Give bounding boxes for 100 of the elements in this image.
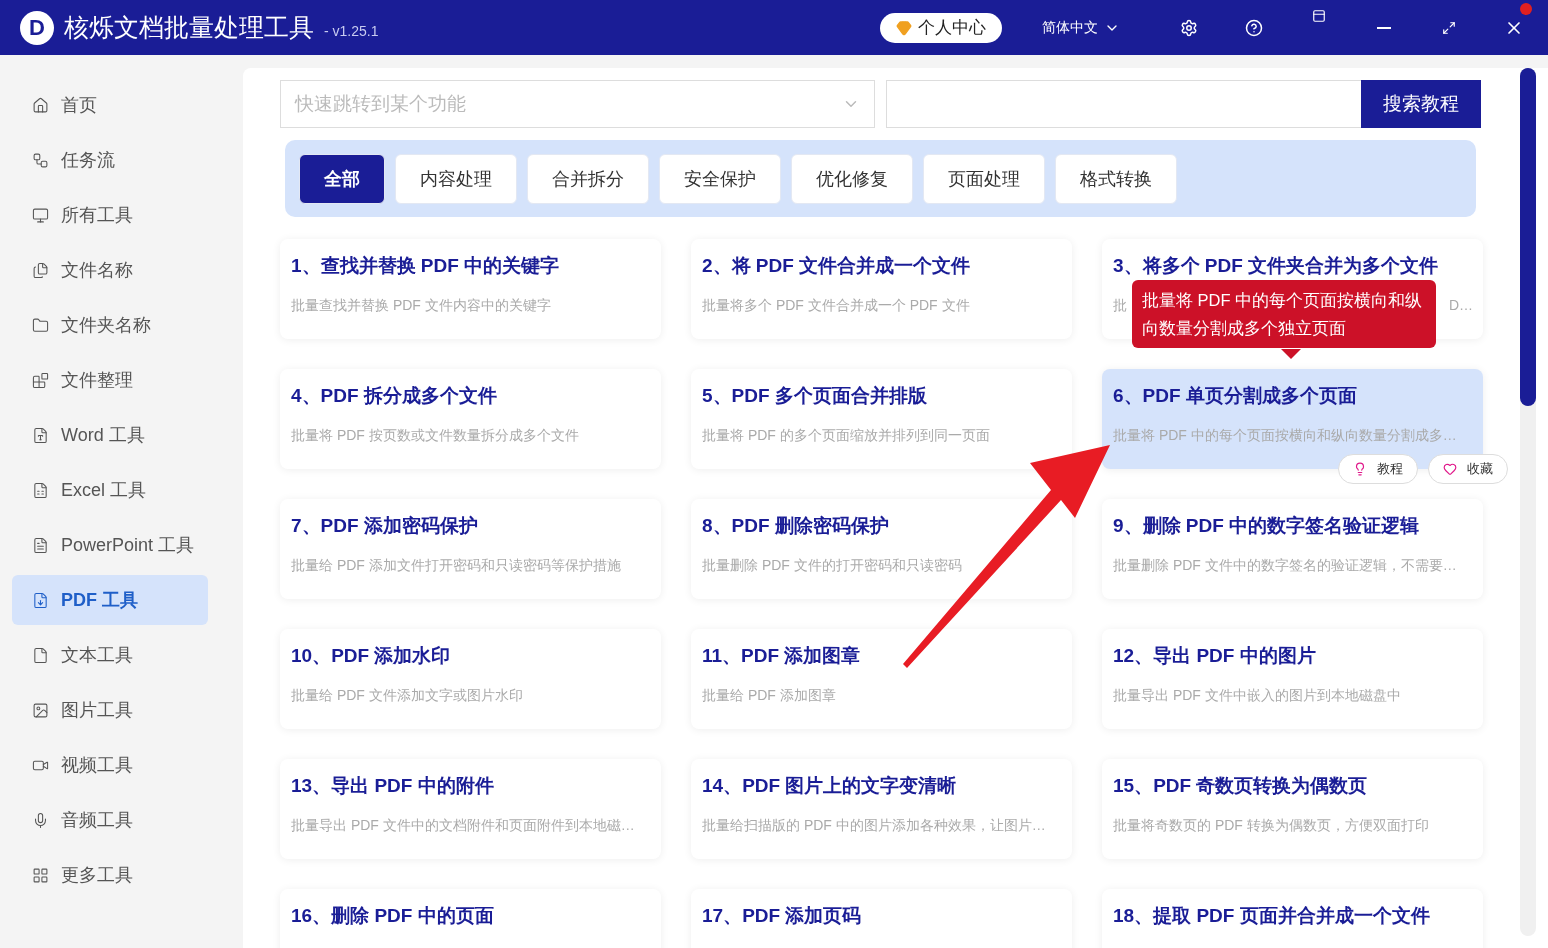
- blocks-icon: [32, 371, 49, 389]
- sidebar-item[interactable]: Word 工具: [12, 410, 208, 460]
- tool-card[interactable]: 13、导出 PDF 中的附件 批量导出 PDF 文件中的文档附件和页面附件到本地磁…: [280, 759, 661, 859]
- card-title: 14、PDF 图片上的文字变清晰: [702, 774, 958, 798]
- card-title: 9、删除 PDF 中的数字签名验证逻辑: [1113, 514, 1421, 538]
- sidebar-item[interactable]: 音频工具: [12, 795, 208, 845]
- sidebar-item[interactable]: 文本工具: [12, 630, 208, 680]
- card-title: 16、删除 PDF 中的页面: [291, 904, 495, 928]
- sidebar-label: 文件整理: [61, 369, 133, 392]
- category-tab[interactable]: 合并拆分: [527, 153, 649, 204]
- sidebar-item[interactable]: 文件夹名称: [12, 300, 208, 350]
- card-title: 1、查找并替换 PDF 中的关键字: [291, 254, 561, 278]
- tool-card[interactable]: 12、导出 PDF 中的图片 批量导出 PDF 文件中嵌入的图片到本地磁盘中: [1102, 629, 1483, 729]
- sidebar-item[interactable]: 任务流: [12, 135, 208, 185]
- category-tab[interactable]: 全部: [299, 153, 385, 204]
- spreadsheet-icon: [32, 481, 49, 499]
- favorite-button[interactable]: 收藏: [1428, 454, 1508, 484]
- user-center-button[interactable]: 个人中心: [880, 12, 1002, 43]
- sidebar-item[interactable]: PDF 工具: [12, 575, 208, 625]
- sidebar-item[interactable]: Excel 工具: [12, 465, 208, 515]
- card-description: D…: [1448, 297, 1473, 315]
- card-title: 4、PDF 拆分成多个文件: [291, 384, 498, 408]
- tool-card[interactable]: 2、将 PDF 文件合并成一个文件 批量将多个 PDF 文件合并成一个 PDF 文件: [691, 239, 1072, 339]
- card-title: 6、PDF 单页分割成多个页面: [1113, 384, 1358, 408]
- tool-card[interactable]: 10、PDF 添加水印 批量给 PDF 文件添加文字或图片水印: [280, 629, 661, 729]
- sidebar-item[interactable]: PowerPoint 工具: [12, 520, 208, 570]
- card-description: 批量给扫描版的 PDF 中的图片添加各种效果，让图片…: [702, 817, 1046, 835]
- sidebar-label: 首页: [61, 94, 97, 117]
- help-icon: [1245, 18, 1263, 37]
- sidebar-item[interactable]: 视频工具: [12, 740, 208, 790]
- card-title: 18、提取 PDF 页面并合并成一个文件: [1113, 904, 1431, 928]
- window-icon: [1312, 8, 1326, 23]
- pin-icon: [1519, 2, 1533, 16]
- tool-card[interactable]: 5、PDF 多个页面合并排版 批量将 PDF 的多个页面缩放并排列到同一页面: [691, 369, 1072, 469]
- sidebar-label: 视频工具: [61, 754, 133, 777]
- tooltip: 批量将 PDF 中的每个页面按横向和纵向数量分割成多个独立页面: [1132, 280, 1436, 348]
- jump-placeholder: 快速跳转到某个功能: [295, 92, 466, 116]
- document-icon: [32, 426, 49, 444]
- card-description: 批量给 PDF 添加图章: [702, 687, 836, 705]
- sidebar-label: 文件夹名称: [61, 314, 151, 337]
- sidebar-item[interactable]: 图片工具: [12, 685, 208, 735]
- tool-card[interactable]: 1、查找并替换 PDF 中的关键字 批量查找并替换 PDF 文件内容中的关键字: [280, 239, 661, 339]
- card-title: 3、将多个 PDF 文件夹合并为多个文件: [1113, 254, 1440, 278]
- sidebar-item[interactable]: 文件整理: [12, 355, 208, 405]
- sidebar-item[interactable]: 所有工具: [12, 190, 208, 240]
- heart-icon: [1443, 462, 1457, 476]
- tool-card[interactable]: 8、PDF 删除密码保护 批量删除 PDF 文件的打开密码和只读密码: [691, 499, 1072, 599]
- tool-card[interactable]: 18、提取 PDF 页面并合并成一个文件: [1102, 889, 1483, 948]
- tool-card[interactable]: 11、PDF 添加图章 批量给 PDF 添加图章: [691, 629, 1072, 729]
- category-tab[interactable]: 格式转换: [1055, 153, 1177, 204]
- microphone-icon: [32, 811, 49, 829]
- sidebar-label: PDF 工具: [61, 589, 138, 612]
- tool-card[interactable]: 9、删除 PDF 中的数字签名验证逻辑 批量删除 PDF 文件中的数字签名的验证逻辑，不需要…: [1102, 499, 1483, 599]
- sidebar-label: 音频工具: [61, 809, 133, 832]
- card-description: 批量给 PDF 文件添加文字或图片水印: [291, 687, 523, 705]
- sidebar-item[interactable]: 首页: [12, 80, 208, 130]
- card-description: 批量将奇数页的 PDF 转换为偶数页，方便双面打印: [1113, 817, 1429, 835]
- sidebar-label: Excel 工具: [61, 479, 147, 502]
- card-title: 10、PDF 添加水印: [291, 644, 452, 668]
- sidebar-label: 所有工具: [61, 204, 133, 227]
- card-description: 批量删除 PDF 文件中的数字签名的验证逻辑，不需要…: [1113, 557, 1457, 575]
- monitor-icon: [32, 206, 49, 224]
- category-tab[interactable]: 页面处理: [923, 153, 1045, 204]
- tool-card[interactable]: 7、PDF 添加密码保护 批量给 PDF 添加文件打开密码和只读密码等保护措施: [280, 499, 661, 599]
- sidebar-item[interactable]: 文件名称: [12, 245, 208, 295]
- card-title: 2、将 PDF 文件合并成一个文件: [702, 254, 972, 278]
- sidebar-label: 文件名称: [61, 259, 133, 282]
- app-title: 核烁文档批量处理工具: [64, 12, 314, 43]
- app-logo: D: [20, 10, 54, 45]
- tooltip-pointer: [1281, 349, 1301, 359]
- card-description: 批量查找并替换 PDF 文件内容中的关键字: [291, 297, 551, 315]
- card-description: 批量将 PDF 按页数或文件数量拆分成多个文件: [291, 427, 579, 445]
- tool-card[interactable]: 14、PDF 图片上的文字变清晰 批量给扫描版的 PDF 中的图片添加各种效果，让图片…: [691, 759, 1072, 859]
- tutorial-button[interactable]: 教程: [1338, 454, 1418, 484]
- tool-card[interactable]: 15、PDF 奇数页转换为偶数页 批量将奇数页的 PDF 转换为偶数页，方便双面打印: [1102, 759, 1483, 859]
- card-title: 15、PDF 奇数页转换为偶数页: [1113, 774, 1369, 798]
- tool-card[interactable]: 16、删除 PDF 中的页面: [280, 889, 661, 948]
- category-tab[interactable]: 优化修复: [791, 153, 913, 204]
- lightbulb-icon: [1353, 462, 1367, 476]
- card-description: 批量导出 PDF 文件中的文档附件和页面附件到本地磁…: [291, 817, 635, 835]
- folder-icon: [32, 316, 49, 334]
- text-file-icon: [32, 646, 49, 664]
- card-title: 8、PDF 删除密码保护: [702, 514, 890, 538]
- category-tab[interactable]: 内容处理: [395, 153, 517, 204]
- category-tab[interactable]: 安全保护: [659, 153, 781, 204]
- card-description: 批量将多个 PDF 文件合并成一个 PDF 文件: [702, 297, 970, 315]
- search-tutorial-button[interactable]: 搜索教程: [1361, 80, 1481, 128]
- tool-card[interactable]: 17、PDF 添加页码: [691, 889, 1072, 948]
- image-icon: [32, 701, 49, 719]
- card-title: 5、PDF 多个页面合并排版: [702, 384, 928, 408]
- tool-card[interactable]: 4、PDF 拆分成多个文件 批量将 PDF 按页数或文件数量拆分成多个文件: [280, 369, 661, 469]
- card-title: 7、PDF 添加密码保护: [291, 514, 479, 538]
- language-dropdown[interactable]: 简体中文: [1036, 17, 1126, 38]
- grid-icon: [32, 866, 49, 884]
- card-title: 11、PDF 添加图章: [702, 644, 862, 668]
- house-icon: [32, 96, 49, 114]
- search-field[interactable]: [886, 80, 1361, 128]
- sidebar-item[interactable]: 更多工具: [12, 850, 208, 900]
- sidebar-label: 图片工具: [61, 699, 133, 722]
- scrollbar[interactable]: [1520, 68, 1536, 936]
